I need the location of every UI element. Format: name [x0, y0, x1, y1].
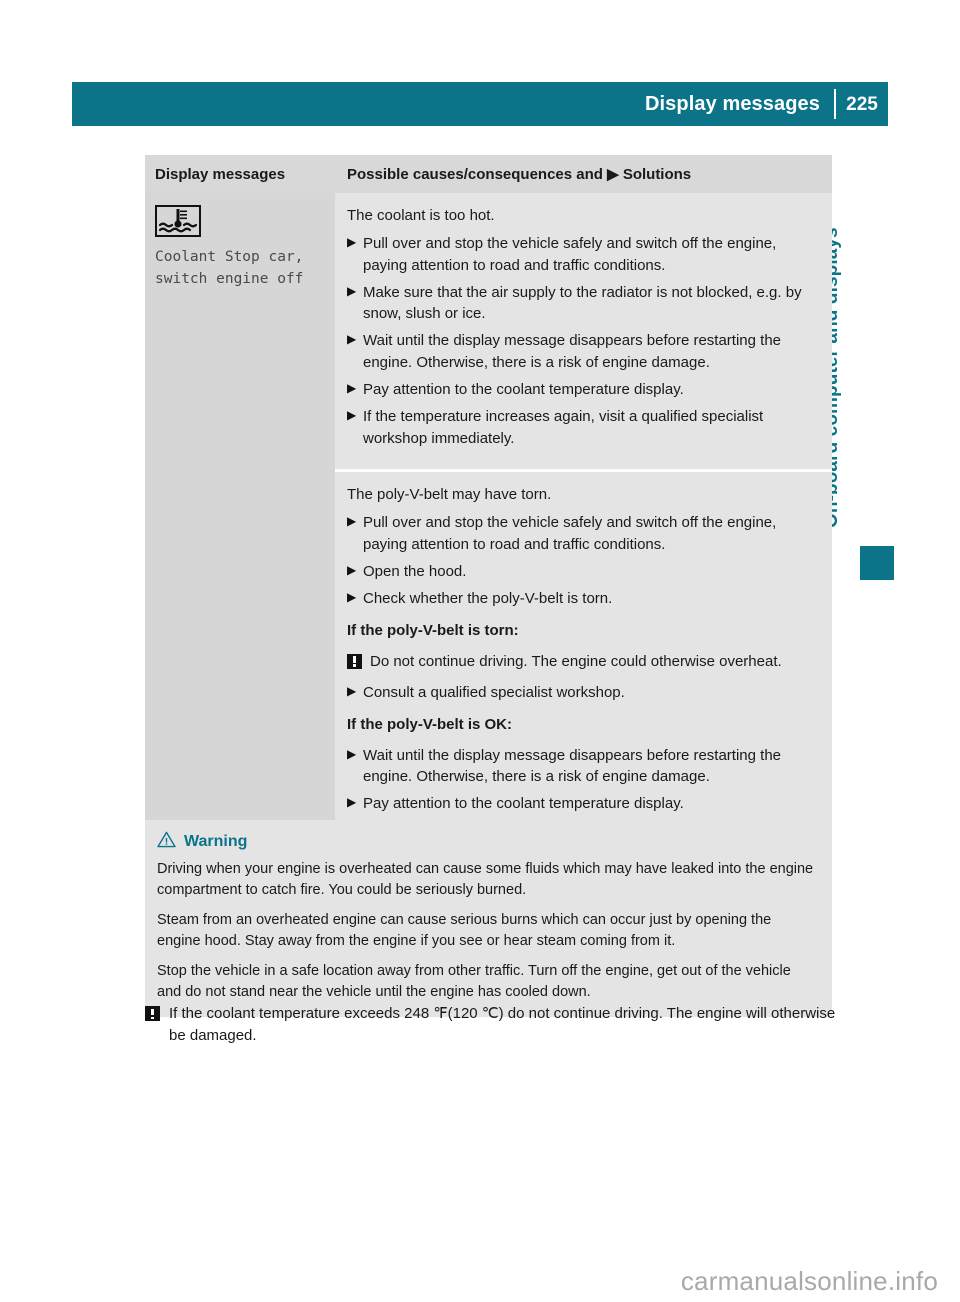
column-header-display-messages: Display messages — [155, 165, 286, 183]
warning-paragraph: Stop the vehicle in a safe location away… — [157, 963, 791, 1001]
warning-paragraph: Driving when your engine is overheated c… — [157, 861, 814, 899]
solution-step: ▶ If the temperature increases again, vi… — [347, 406, 818, 449]
warning-label: Warning — [184, 833, 248, 850]
warning-paragraph: Steam from an overheated engine can caus… — [157, 912, 772, 950]
page-number: 225 — [846, 93, 878, 115]
step-text: Pull over and stop the vehicle safely an… — [363, 235, 777, 274]
step-text: Pay attention to the coolant temperature… — [363, 381, 684, 399]
section-lead: The poly-V-belt may have torn. — [347, 485, 552, 503]
solution-step: ▶ Wait until the display message disappe… — [347, 745, 818, 788]
solution-step: ▶ Check whether the poly-V-belt is torn. — [347, 588, 818, 609]
step-arrow-icon: ▶ — [347, 746, 357, 761]
coolant-temperature-warning-icon — [155, 205, 201, 237]
step-text: Consult a qualified specialist workshop. — [363, 684, 625, 702]
step-text: Pay attention to the coolant temperature… — [363, 795, 684, 813]
table-body-row: Coolant Stop car, switch engine off The … — [145, 193, 832, 862]
step-arrow-icon: ▶ — [347, 514, 357, 529]
solution-step: ▶ Pay attention to the coolant temperatu… — [347, 379, 818, 400]
solution-step: ▶ Open the hood. — [347, 561, 818, 582]
step-text: Make sure that the air supply to the rad… — [363, 283, 802, 323]
table-cell-display-message: Coolant Stop car, switch engine off — [145, 193, 335, 862]
page-header-bar: Display messages 225 — [72, 82, 888, 126]
column-header-causes-solutions: Possible causes/consequences and ▶ Solut… — [347, 166, 692, 183]
bottom-note-text: If the coolant temperature exceeds 248 ℉… — [169, 1005, 836, 1044]
display-messages-table: Display messages Possible causes/consequ… — [145, 155, 832, 862]
step-text: If the temperature increases again, visi… — [363, 408, 764, 447]
solution-step: ▶ Pull over and stop the vehicle safely … — [347, 512, 818, 555]
step-text: Wait until the display message disappear… — [363, 746, 782, 785]
step-arrow-icon: ▶ — [347, 235, 357, 250]
solution-step: ▶ Pull over and stop the vehicle safely … — [347, 233, 818, 276]
exclamation-box-icon — [347, 653, 362, 669]
step-text: Pull over and stop the vehicle safely an… — [363, 514, 777, 553]
warning-callout: Warning Driving when your engine is over… — [145, 820, 832, 1018]
exclamation-box-icon — [145, 1006, 160, 1021]
cause-section: The coolant is too hot. ▶ Pull over and … — [335, 193, 832, 469]
chapter-tab: On-board computer and displays — [821, 160, 894, 580]
solution-step: ▶ Wait until the display message disappe… — [347, 330, 818, 373]
section-subheading: If the poly-V-belt is torn: — [347, 622, 519, 640]
warning-header: Warning — [157, 831, 818, 853]
step-text: Wait until the display message disappear… — [363, 332, 782, 371]
section-lead: The coolant is too hot. — [347, 207, 495, 224]
step-arrow-icon: ▶ — [347, 684, 357, 699]
step-arrow-icon: ▶ — [347, 795, 357, 810]
step-arrow-icon: ▶ — [347, 332, 357, 347]
warning-triangle-icon — [157, 831, 176, 853]
step-text: Check whether the poly-V-belt is torn. — [363, 590, 613, 608]
page-title: Display messages — [644, 93, 820, 115]
solution-step: ▶ Consult a qualified specialist worksho… — [347, 682, 818, 703]
chapter-tab-marker — [860, 546, 894, 580]
inline-note: Do not continue driving. The engine coul… — [347, 651, 818, 672]
step-arrow-icon: ▶ — [347, 283, 357, 298]
cause-section: The poly-V-belt may have torn. ▶ Pull ov… — [335, 468, 832, 862]
display-message-text: Coolant Stop car, switch engine off — [155, 249, 304, 287]
step-text: Open the hood. — [363, 562, 467, 580]
step-arrow-icon: ▶ — [347, 381, 357, 396]
step-arrow-icon: ▶ — [347, 590, 357, 605]
step-arrow-icon: ▶ — [347, 562, 357, 577]
solution-step: ▶ Make sure that the air supply to the r… — [347, 282, 818, 325]
table-header-row: Display messages Possible causes/consequ… — [145, 155, 832, 193]
step-arrow-icon: ▶ — [347, 408, 357, 423]
note-text: Do not continue driving. The engine coul… — [370, 652, 782, 670]
watermark: carmanualsonline.info — [680, 1266, 938, 1296]
bottom-note: If the coolant temperature exceeds 248 ℉… — [145, 1003, 845, 1047]
solution-step: ▶ Pay attention to the coolant temperatu… — [347, 793, 818, 814]
section-subheading: If the poly-V-belt is OK: — [347, 716, 513, 734]
table-cell-causes-solutions: The coolant is too hot. ▶ Pull over and … — [335, 193, 832, 862]
